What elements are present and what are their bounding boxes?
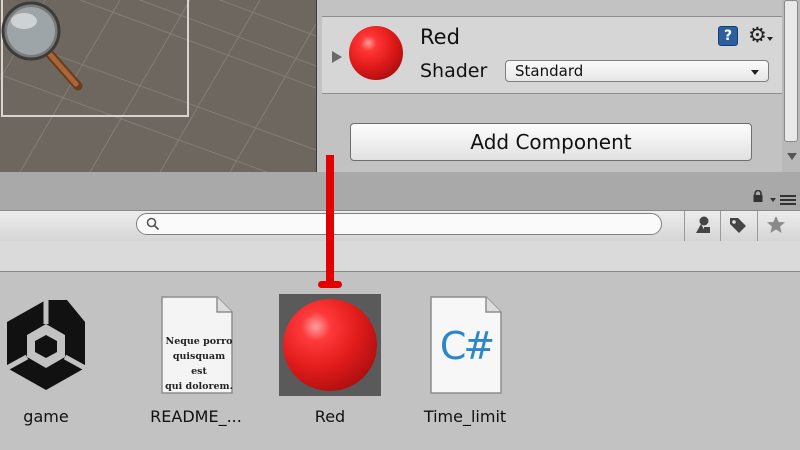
search-by-type-button[interactable] xyxy=(684,211,720,241)
document-icon: Neque porro quisquam est qui dolorem. xyxy=(145,294,247,396)
tag-icon xyxy=(730,218,746,233)
asset-label: README_... xyxy=(150,407,242,426)
asset-item-red[interactable]: Red xyxy=(275,294,385,434)
scrollbar-thumb[interactable] xyxy=(784,0,798,142)
chevron-down-icon xyxy=(751,70,759,75)
scene-viewport[interactable] xyxy=(0,0,317,172)
shader-label: Shader xyxy=(420,60,488,82)
material-name: Red xyxy=(420,25,460,49)
document-preview-text: Neque porro quisquam est qui dolorem. xyxy=(165,336,233,392)
asset-item-time-limit[interactable]: C# Time_limit xyxy=(410,294,520,434)
shader-dropdown[interactable]: Standard xyxy=(505,60,769,82)
gear-icon[interactable]: ⚙ xyxy=(748,24,767,46)
csharp-label: C# xyxy=(439,324,495,368)
drag-annotation-cap xyxy=(318,281,342,288)
panel-tab-strip xyxy=(0,172,800,210)
material-header: Red Shader Standard ? ⚙ xyxy=(322,17,782,94)
panel-menu-icon[interactable] xyxy=(770,194,798,206)
search-by-label-button[interactable] xyxy=(720,211,756,241)
material-sphere xyxy=(283,299,377,391)
asset-grid: game Neque porro quisquam est qui dolore… xyxy=(0,272,800,450)
help-icon[interactable]: ? xyxy=(718,26,738,46)
inspector-panel: Red Shader Standard ? ⚙ Add Component xyxy=(322,0,800,172)
asset-label: game xyxy=(23,407,69,426)
expand-arrow-icon[interactable] xyxy=(332,51,342,63)
shader-value: Standard xyxy=(515,62,584,80)
lock-icon[interactable] xyxy=(752,190,764,202)
drag-annotation-line xyxy=(326,155,334,285)
shapes-icon xyxy=(696,216,710,233)
asset-label: Red xyxy=(314,407,346,426)
asset-label: Time_limit xyxy=(423,407,507,426)
search-icon xyxy=(146,217,160,231)
unity-logo-icon xyxy=(5,300,87,390)
project-toolbar xyxy=(0,210,800,242)
chevron-down-icon xyxy=(767,37,773,41)
asset-item-game[interactable]: game xyxy=(0,294,101,434)
magnifier-gizmo-icon xyxy=(1,1,83,91)
csharp-script-icon: C# xyxy=(414,294,516,396)
material-preview-icon xyxy=(349,26,403,80)
material-sphere-icon xyxy=(279,294,381,396)
breadcrumb xyxy=(0,241,800,272)
favorites-button[interactable] xyxy=(758,211,794,241)
scroll-down-icon[interactable] xyxy=(787,153,797,160)
search-input[interactable] xyxy=(136,213,662,235)
star-icon xyxy=(767,216,785,233)
add-component-button[interactable]: Add Component xyxy=(350,123,752,161)
asset-item-readme[interactable]: Neque porro quisquam est qui dolorem. RE… xyxy=(141,294,251,434)
